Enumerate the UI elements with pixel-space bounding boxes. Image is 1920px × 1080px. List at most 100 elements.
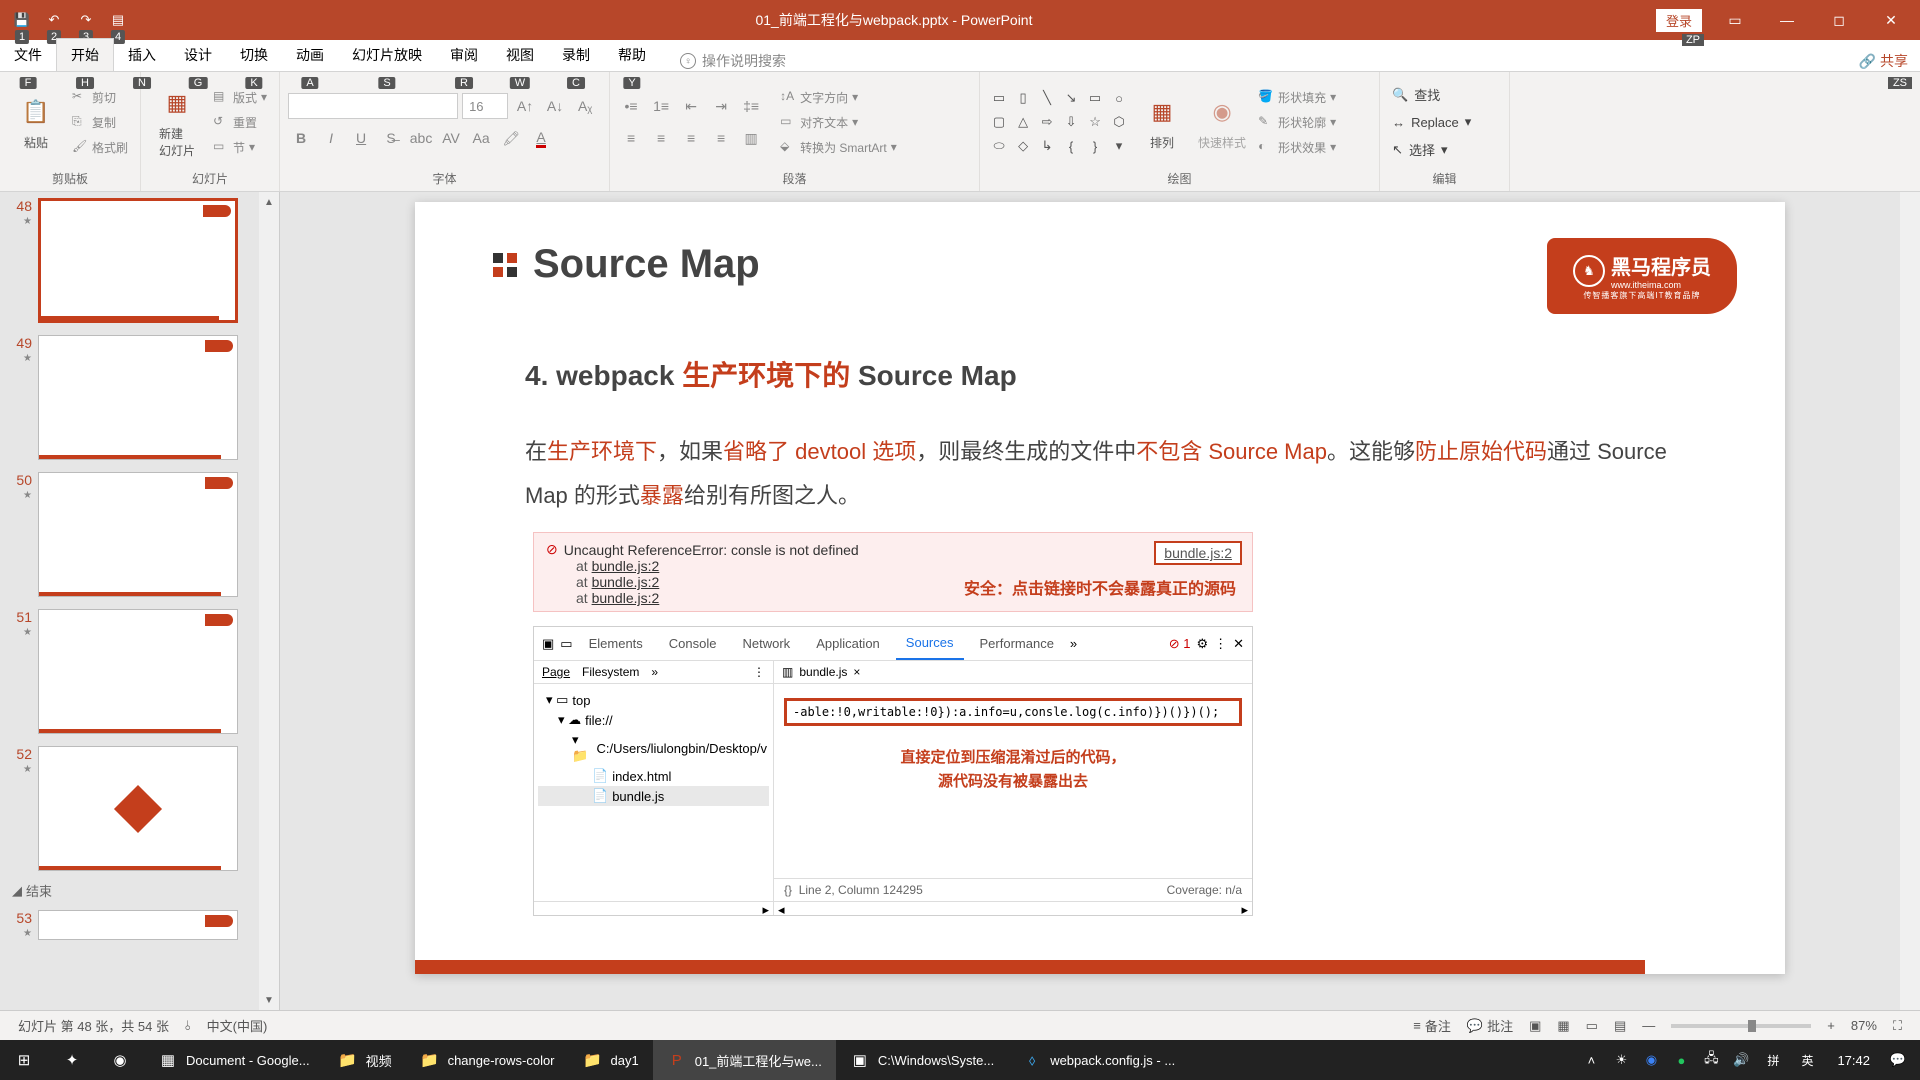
tab-file[interactable]: 文件F xyxy=(0,39,56,71)
italic-icon[interactable]: I xyxy=(318,125,344,151)
shape-flow-icon[interactable]: ◇ xyxy=(1012,135,1034,157)
dev-tab-application[interactable]: Application xyxy=(806,628,890,659)
thumbnail-51[interactable]: 51★ xyxy=(0,603,279,740)
notifications-icon[interactable]: 💬 xyxy=(1886,1040,1910,1080)
section-collapse[interactable]: ◢ 结束 xyxy=(0,877,279,904)
underline-icon[interactable]: U xyxy=(348,125,374,151)
clear-format-icon[interactable]: Aᵪ xyxy=(572,93,598,119)
more-subtabs-icon[interactable]: » xyxy=(651,665,658,679)
shapes-gallery[interactable]: ▭ ▯ ╲ ↘ ▭ ○ ▢ △ ⇨ ⇩ ☆ ⬡ ⬭ ◇ ↳ { } ▾ xyxy=(988,87,1130,157)
font-size-combo[interactable]: 16 xyxy=(462,93,508,119)
tray-volume-icon[interactable]: 🔊 xyxy=(1729,1040,1753,1080)
cut-button[interactable]: ✂剪切 xyxy=(68,87,132,108)
align-text-button[interactable]: ▭对齐文本 ▾ xyxy=(776,112,901,133)
zoom-level[interactable]: 87% xyxy=(1843,1018,1885,1033)
thumbnail-preview[interactable] xyxy=(38,472,238,597)
slide-indicator[interactable]: 幻灯片 第 48 张，共 54 张 xyxy=(10,1016,177,1035)
tree-folder[interactable]: ▾ 📁 C:/Users/liulongbin/Desktop/v xyxy=(538,730,769,766)
ribbon-display-icon[interactable]: ▭ xyxy=(1710,0,1760,40)
reset-button[interactable]: ↺重置 xyxy=(209,112,271,133)
spacing-icon[interactable]: AV xyxy=(438,125,464,151)
close-icon[interactable]: ✕ xyxy=(1866,0,1916,40)
tree-file-bundle[interactable]: 📄 bundle.js xyxy=(538,786,769,806)
font-name-combo[interactable] xyxy=(288,93,458,119)
shape-outline-button[interactable]: ✎形状轮廓 ▾ xyxy=(1254,112,1340,133)
reading-view-icon[interactable]: ▭ xyxy=(1578,1018,1606,1034)
decrease-indent-icon[interactable]: ⇤ xyxy=(678,93,704,119)
shape-star-icon[interactable]: ☆ xyxy=(1084,111,1106,133)
thumbnails-scrollbar[interactable]: ▲ ▼ xyxy=(259,192,279,1010)
zoom-out-icon[interactable]: — xyxy=(1634,1018,1663,1033)
hscroll-right-icon[interactable]: ▸ xyxy=(758,902,773,915)
tab-slideshow[interactable]: 幻灯片放映S xyxy=(338,39,436,71)
device-icon[interactable]: ▭ xyxy=(560,636,572,652)
sorter-view-icon[interactable]: ▦ xyxy=(1549,1018,1577,1034)
thumbnail-49[interactable]: 49★ xyxy=(0,329,279,466)
tab-help[interactable]: 帮助Y xyxy=(604,39,660,71)
line-spacing-icon[interactable]: ‡≡ xyxy=(738,93,764,119)
task-app-1[interactable]: ✦ xyxy=(48,1040,96,1080)
task-powerpoint[interactable]: P01_前端工程化与we... xyxy=(653,1040,836,1080)
thumbnail-preview[interactable] xyxy=(38,335,238,460)
thumbnail-preview[interactable] xyxy=(38,910,238,940)
layout-button[interactable]: ▤版式 ▾ xyxy=(209,87,271,108)
clock[interactable]: 17:42 xyxy=(1827,1053,1880,1068)
tab-recording[interactable]: 录制C xyxy=(548,39,604,71)
close-devtools-icon[interactable]: ✕ xyxy=(1233,636,1244,652)
shape-line-icon[interactable]: ╲ xyxy=(1036,87,1058,109)
tab-design[interactable]: 设计G xyxy=(170,39,226,71)
strike-icon[interactable]: S̶ xyxy=(378,125,404,151)
shape-rarrow-icon[interactable]: ⇨ xyxy=(1036,111,1058,133)
increase-indent-icon[interactable]: ⇥ xyxy=(708,93,734,119)
align-center-icon[interactable]: ≡ xyxy=(648,125,674,151)
tab-review[interactable]: 审阅R xyxy=(436,39,492,71)
format-painter-button[interactable]: 🖌格式刷 xyxy=(68,137,132,158)
maximize-icon[interactable]: ◻ xyxy=(1814,0,1864,40)
share-button[interactable]: 🔗共享ZS xyxy=(1859,51,1908,71)
thumbnail-preview[interactable] xyxy=(38,198,238,323)
fit-to-window-icon[interactable]: ⛶ xyxy=(1885,1018,1910,1034)
save-icon[interactable]: 💾1 xyxy=(8,8,36,32)
thumbnail-52[interactable]: 52★ xyxy=(0,740,279,877)
login-button[interactable]: 登录ZP xyxy=(1656,9,1702,32)
tab-insert[interactable]: 插入N xyxy=(114,39,170,71)
bold-icon[interactable]: B xyxy=(288,125,314,151)
task-vscode[interactable]: ⬨webpack.config.js - ... xyxy=(1008,1040,1189,1080)
copy-button[interactable]: ⎘复制 xyxy=(68,112,132,133)
dev-tab-sources[interactable]: Sources xyxy=(896,627,964,660)
scroll-up-icon[interactable]: ▲ xyxy=(259,192,279,212)
shape-lbrace-icon[interactable]: { xyxy=(1060,135,1082,157)
tab-view[interactable]: 视图W xyxy=(492,39,548,71)
paste-button[interactable]: 📋粘贴 xyxy=(8,82,64,162)
shape-rect-icon[interactable]: ▭ xyxy=(1084,87,1106,109)
shape-effects-button[interactable]: ◐形状效果 ▾ xyxy=(1254,137,1340,158)
arrange-button[interactable]: ▦排列 xyxy=(1134,82,1190,162)
thumbnail-48[interactable]: 48★ xyxy=(0,192,279,329)
section-button[interactable]: ▭节 ▾ xyxy=(209,137,271,158)
tell-me-search[interactable]: ♀ 操作说明搜索 Q xyxy=(680,51,786,71)
shape-hex-icon[interactable]: ⬡ xyxy=(1108,111,1130,133)
ime-indicator-1[interactable]: 拼 xyxy=(1759,1052,1787,1069)
language-indicator[interactable]: 中文(中国) xyxy=(199,1016,276,1035)
ime-indicator-2[interactable]: 英 xyxy=(1793,1052,1821,1069)
tab-animations[interactable]: 动画A xyxy=(282,39,338,71)
settings-icon[interactable]: ⚙ xyxy=(1196,636,1208,652)
shape-roundrect-icon[interactable]: ▢ xyxy=(988,111,1010,133)
canvas-scrollbar[interactable] xyxy=(1900,192,1920,1010)
subtab-filesystem[interactable]: Filesystem xyxy=(582,665,639,679)
tray-weather-icon[interactable]: ☀ xyxy=(1609,1040,1633,1080)
zoom-slider[interactable] xyxy=(1671,1024,1811,1028)
columns-icon[interactable]: ▥ xyxy=(738,125,764,151)
comments-button[interactable]: 💬 批注 xyxy=(1459,1016,1521,1035)
quick-styles-button[interactable]: ◉快速样式 xyxy=(1194,82,1250,162)
task-app-2[interactable]: ◉ xyxy=(96,1040,144,1080)
zoom-in-icon[interactable]: + xyxy=(1819,1018,1843,1033)
task-folder-change[interactable]: 📁change-rows-color xyxy=(406,1040,569,1080)
increase-font-icon[interactable]: A↑ xyxy=(512,93,538,119)
numbering-icon[interactable]: 1≡ xyxy=(648,93,674,119)
notes-button[interactable]: ≡ 备注 xyxy=(1405,1016,1459,1035)
close-tab-icon[interactable]: × xyxy=(853,665,860,679)
new-slide-button[interactable]: ▦新建 幻灯片 xyxy=(149,82,205,162)
shape-oval-icon[interactable]: ○ xyxy=(1108,87,1130,109)
shape-darrow-icon[interactable]: ⇩ xyxy=(1060,111,1082,133)
